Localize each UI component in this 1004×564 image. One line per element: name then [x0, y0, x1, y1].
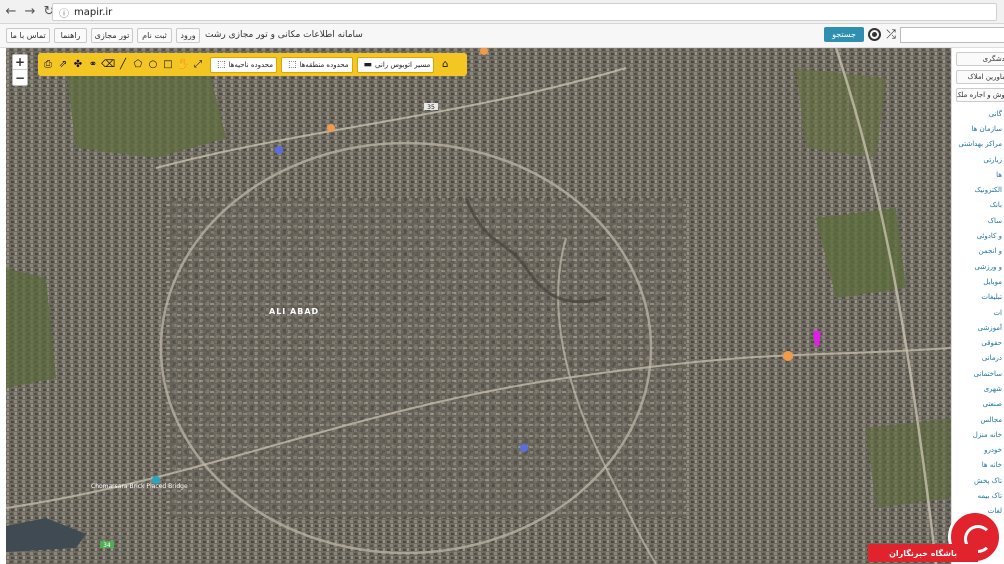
draw-circle-icon[interactable]: ○ [146, 57, 160, 72]
print-icon[interactable]: ⎙ [41, 57, 55, 72]
binoculars-icon[interactable]: ⚭ [86, 57, 100, 72]
sidebar-category-item[interactable]: و کادوئی [952, 228, 1004, 243]
sidebar-category-item[interactable]: خانه ها [952, 458, 1004, 473]
area-select-icon: ⬚ [287, 59, 297, 70]
road-number: 34 [103, 542, 111, 549]
back-icon[interactable]: ← [3, 4, 19, 20]
bus-icon: ▬ [363, 59, 373, 70]
bridge-label: Chomarsara Brick Placed Bridge [91, 483, 188, 490]
poi-marker[interactable] [783, 351, 793, 361]
neighborhood-label: ALI ABAD [269, 307, 319, 316]
info-icon[interactable]: ⓘ [57, 5, 71, 20]
search-button[interactable]: جستجو [824, 27, 864, 42]
sidebar-category-item[interactable]: خانه منزل [952, 427, 1004, 442]
sidebar-category-item[interactable]: ها [952, 167, 1004, 182]
sidebar-category-item[interactable]: و ورزشی [952, 259, 1004, 274]
sidebar-category-item[interactable]: ات [952, 305, 1004, 320]
road-number: 35 [427, 104, 435, 111]
draw-rectangle-icon[interactable]: □ [161, 57, 175, 72]
sidebar-category-item[interactable]: بانک [952, 198, 1004, 213]
bus-route-label: مسیر اتوبوس رانی [375, 60, 431, 69]
sidebar-category-item[interactable]: گانی [952, 106, 1004, 121]
satellite-map[interactable]: 35 34 ALI ABAD Chomarsara Brick Placed B… [6, 48, 951, 564]
poi-marker[interactable] [275, 146, 283, 154]
sidebar-category-item[interactable]: و انجمن [952, 244, 1004, 259]
eraser-icon[interactable]: ⌫ [101, 57, 115, 72]
sidebar-category-item[interactable]: تاک بیمه [952, 488, 1004, 503]
shuffle-icon[interactable]: ⤮ [883, 26, 899, 42]
real-estate-agents-button[interactable]: مشاورین املاک [956, 70, 1004, 84]
district-area-label: محدوده ناحیه‌ها [228, 60, 273, 69]
draw-line-icon[interactable]: ╱ [116, 57, 130, 72]
site-header: تماس با ما راهنما تور مجازی ثبت نام ورود… [0, 24, 1004, 48]
search-input[interactable] [900, 27, 1004, 43]
poi-marker[interactable] [520, 444, 528, 452]
dashed-area-icon: ⬚ [217, 59, 226, 70]
zoom-in-button[interactable]: + [13, 55, 27, 70]
zoom-out-button[interactable]: − [13, 70, 27, 85]
register-button[interactable]: ثبت نام [137, 28, 172, 43]
share-icon[interactable]: ✤ [71, 57, 85, 72]
site-title: سامانه اطلاعات مکانی و تور مجازی رشت [205, 30, 363, 40]
district-area-toggle[interactable]: ⬚ محدوده ناحیه‌ها [210, 56, 277, 73]
green-area [796, 68, 886, 158]
sidebar-category-item[interactable]: تاک پخش [952, 473, 1004, 488]
green-area [866, 418, 951, 508]
login-button[interactable]: ورود [176, 28, 200, 43]
property-sale-rent-button[interactable]: فروش و اجاره ملک [956, 88, 1004, 102]
watermark-text: باشگاه خبرنگاران [868, 544, 978, 562]
sidebar-category-item[interactable]: موبایل [952, 274, 1004, 289]
zone-area-label: محدوده منطقه‌ها [299, 60, 349, 69]
sidebar-category-item[interactable]: آموزشی [952, 320, 1004, 335]
category-list: گانی سازمان ها مراکز بهداشتی زیارتی ها الکترو… [952, 106, 1004, 519]
sidebar-category-item[interactable]: زیارتی [952, 152, 1004, 167]
contact-us-button[interactable]: تماس با ما [6, 28, 50, 43]
sidebar-category-item[interactable]: سازمان ها [952, 121, 1004, 136]
sidebar-category-item[interactable]: خودرو [952, 443, 1004, 458]
sidebar-category-item[interactable]: مراکز بهداشتی [952, 137, 1004, 152]
help-button[interactable]: راهنما [54, 28, 87, 43]
zoom-control: + − [12, 54, 28, 86]
draw-polygon-icon[interactable]: ⬠ [131, 57, 145, 72]
sidebar-category-item[interactable]: درمانی [952, 351, 1004, 366]
zone-area-toggle[interactable]: ⬚ محدوده منطقه‌ها [280, 56, 353, 73]
bus-route-toggle[interactable]: ▬ مسیر اتوبوس رانی [356, 56, 435, 73]
map-imagery: 35 34 ALI ABAD Chomarsara Brick Placed B… [6, 48, 951, 564]
home-icon[interactable]: ⌂ [438, 57, 452, 72]
sidebar-category-item[interactable]: شهری [952, 381, 1004, 396]
sidebar-category-item[interactable]: الکترونیک [952, 182, 1004, 197]
sidebar-category-item[interactable]: حقوقی [952, 335, 1004, 350]
poi-marker[interactable] [327, 124, 335, 132]
forward-icon[interactable]: → [22, 4, 38, 20]
watermark: باشگاه خبرنگاران [868, 510, 1004, 564]
category-sidebar: گردشگری مشاورین املاک فروش و اجاره ملک گ… [951, 48, 1004, 564]
url-text: mapir.ir [74, 6, 113, 18]
sidebar-category-item[interactable]: تبلیغات [952, 290, 1004, 305]
sidebar-category-item[interactable]: مجالس [952, 412, 1004, 427]
measure-icon[interactable]: ⤢ [191, 57, 205, 72]
tourism-button[interactable]: گردشگری [956, 52, 1004, 66]
export-icon[interactable]: ⇗ [56, 57, 70, 72]
sidebar-category-item[interactable]: صنعتی [952, 397, 1004, 412]
pan-hand-icon[interactable]: ✋ [176, 57, 190, 72]
locate-icon[interactable] [868, 28, 881, 41]
sidebar-category-item[interactable]: ساختمانی [952, 366, 1004, 381]
browser-toolbar: ← → ↻ ⓘ mapir.ir [0, 0, 1004, 24]
map-toolbar: ⎙ ⇗ ✤ ⚭ ⌫ ╱ ⬠ ○ □ ✋ ⤢ ⬚ محدوده ناحیه‌ها … [38, 53, 467, 76]
virtual-tour-button[interactable]: تور مجازی [91, 28, 133, 43]
address-bar[interactable]: ⓘ mapir.ir [52, 3, 997, 21]
sidebar-category-item[interactable]: ساک [952, 213, 1004, 228]
